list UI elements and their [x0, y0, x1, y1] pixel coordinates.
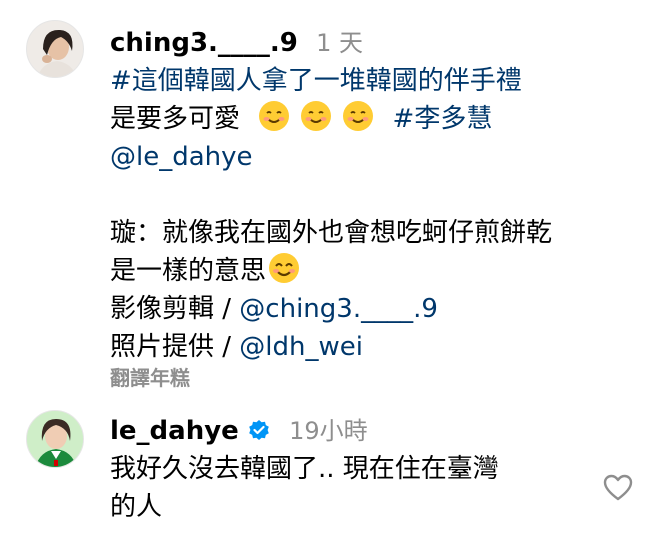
translate-button[interactable]: 翻譯年糕 [110, 364, 622, 392]
credit-label: 影像剪輯 / [110, 294, 240, 324]
comment-text: 的人 [110, 492, 163, 522]
comment-text: 是要多可愛 [110, 104, 241, 134]
smiling-face-icon [343, 101, 374, 131]
mention-link[interactable]: @le_dahye [110, 138, 622, 176]
hashtag-link[interactable]: #這個韓國人拿了一堆韓國的伴手禮 [110, 62, 622, 100]
hashtag-link[interactable]: #李多慧 [393, 104, 493, 134]
smiling-face-icon [301, 101, 332, 131]
comment-time[interactable]: 1 天 [316, 29, 363, 57]
comment-text: 我好久沒去韓國了.. 現在住在臺灣 [110, 454, 499, 484]
smiling-face-icon [259, 101, 290, 131]
mention-link[interactable]: @ching3.____.9 [239, 294, 438, 324]
comment-username[interactable]: le_dahye [110, 416, 239, 446]
smiling-face-with-smiling-eyes-icon [269, 253, 300, 283]
comment-text: 是一樣的意思 [110, 256, 267, 286]
comment-text: 璇：就像我在國外也會想吃蚵仔煎餅乾 [110, 218, 553, 248]
comment-time[interactable]: 19小時 [289, 417, 368, 445]
avatar[interactable] [26, 20, 84, 78]
avatar-image [27, 411, 83, 467]
heart-outline-icon[interactable] [602, 472, 634, 504]
avatar-image [27, 21, 83, 77]
verified-badge-icon [248, 420, 269, 440]
credit-label: 照片提供 / [110, 332, 240, 362]
comment-username[interactable]: ching3.____.9 [110, 28, 298, 58]
mention-link[interactable]: @ldh_wei [239, 332, 363, 362]
avatar[interactable] [26, 410, 84, 468]
